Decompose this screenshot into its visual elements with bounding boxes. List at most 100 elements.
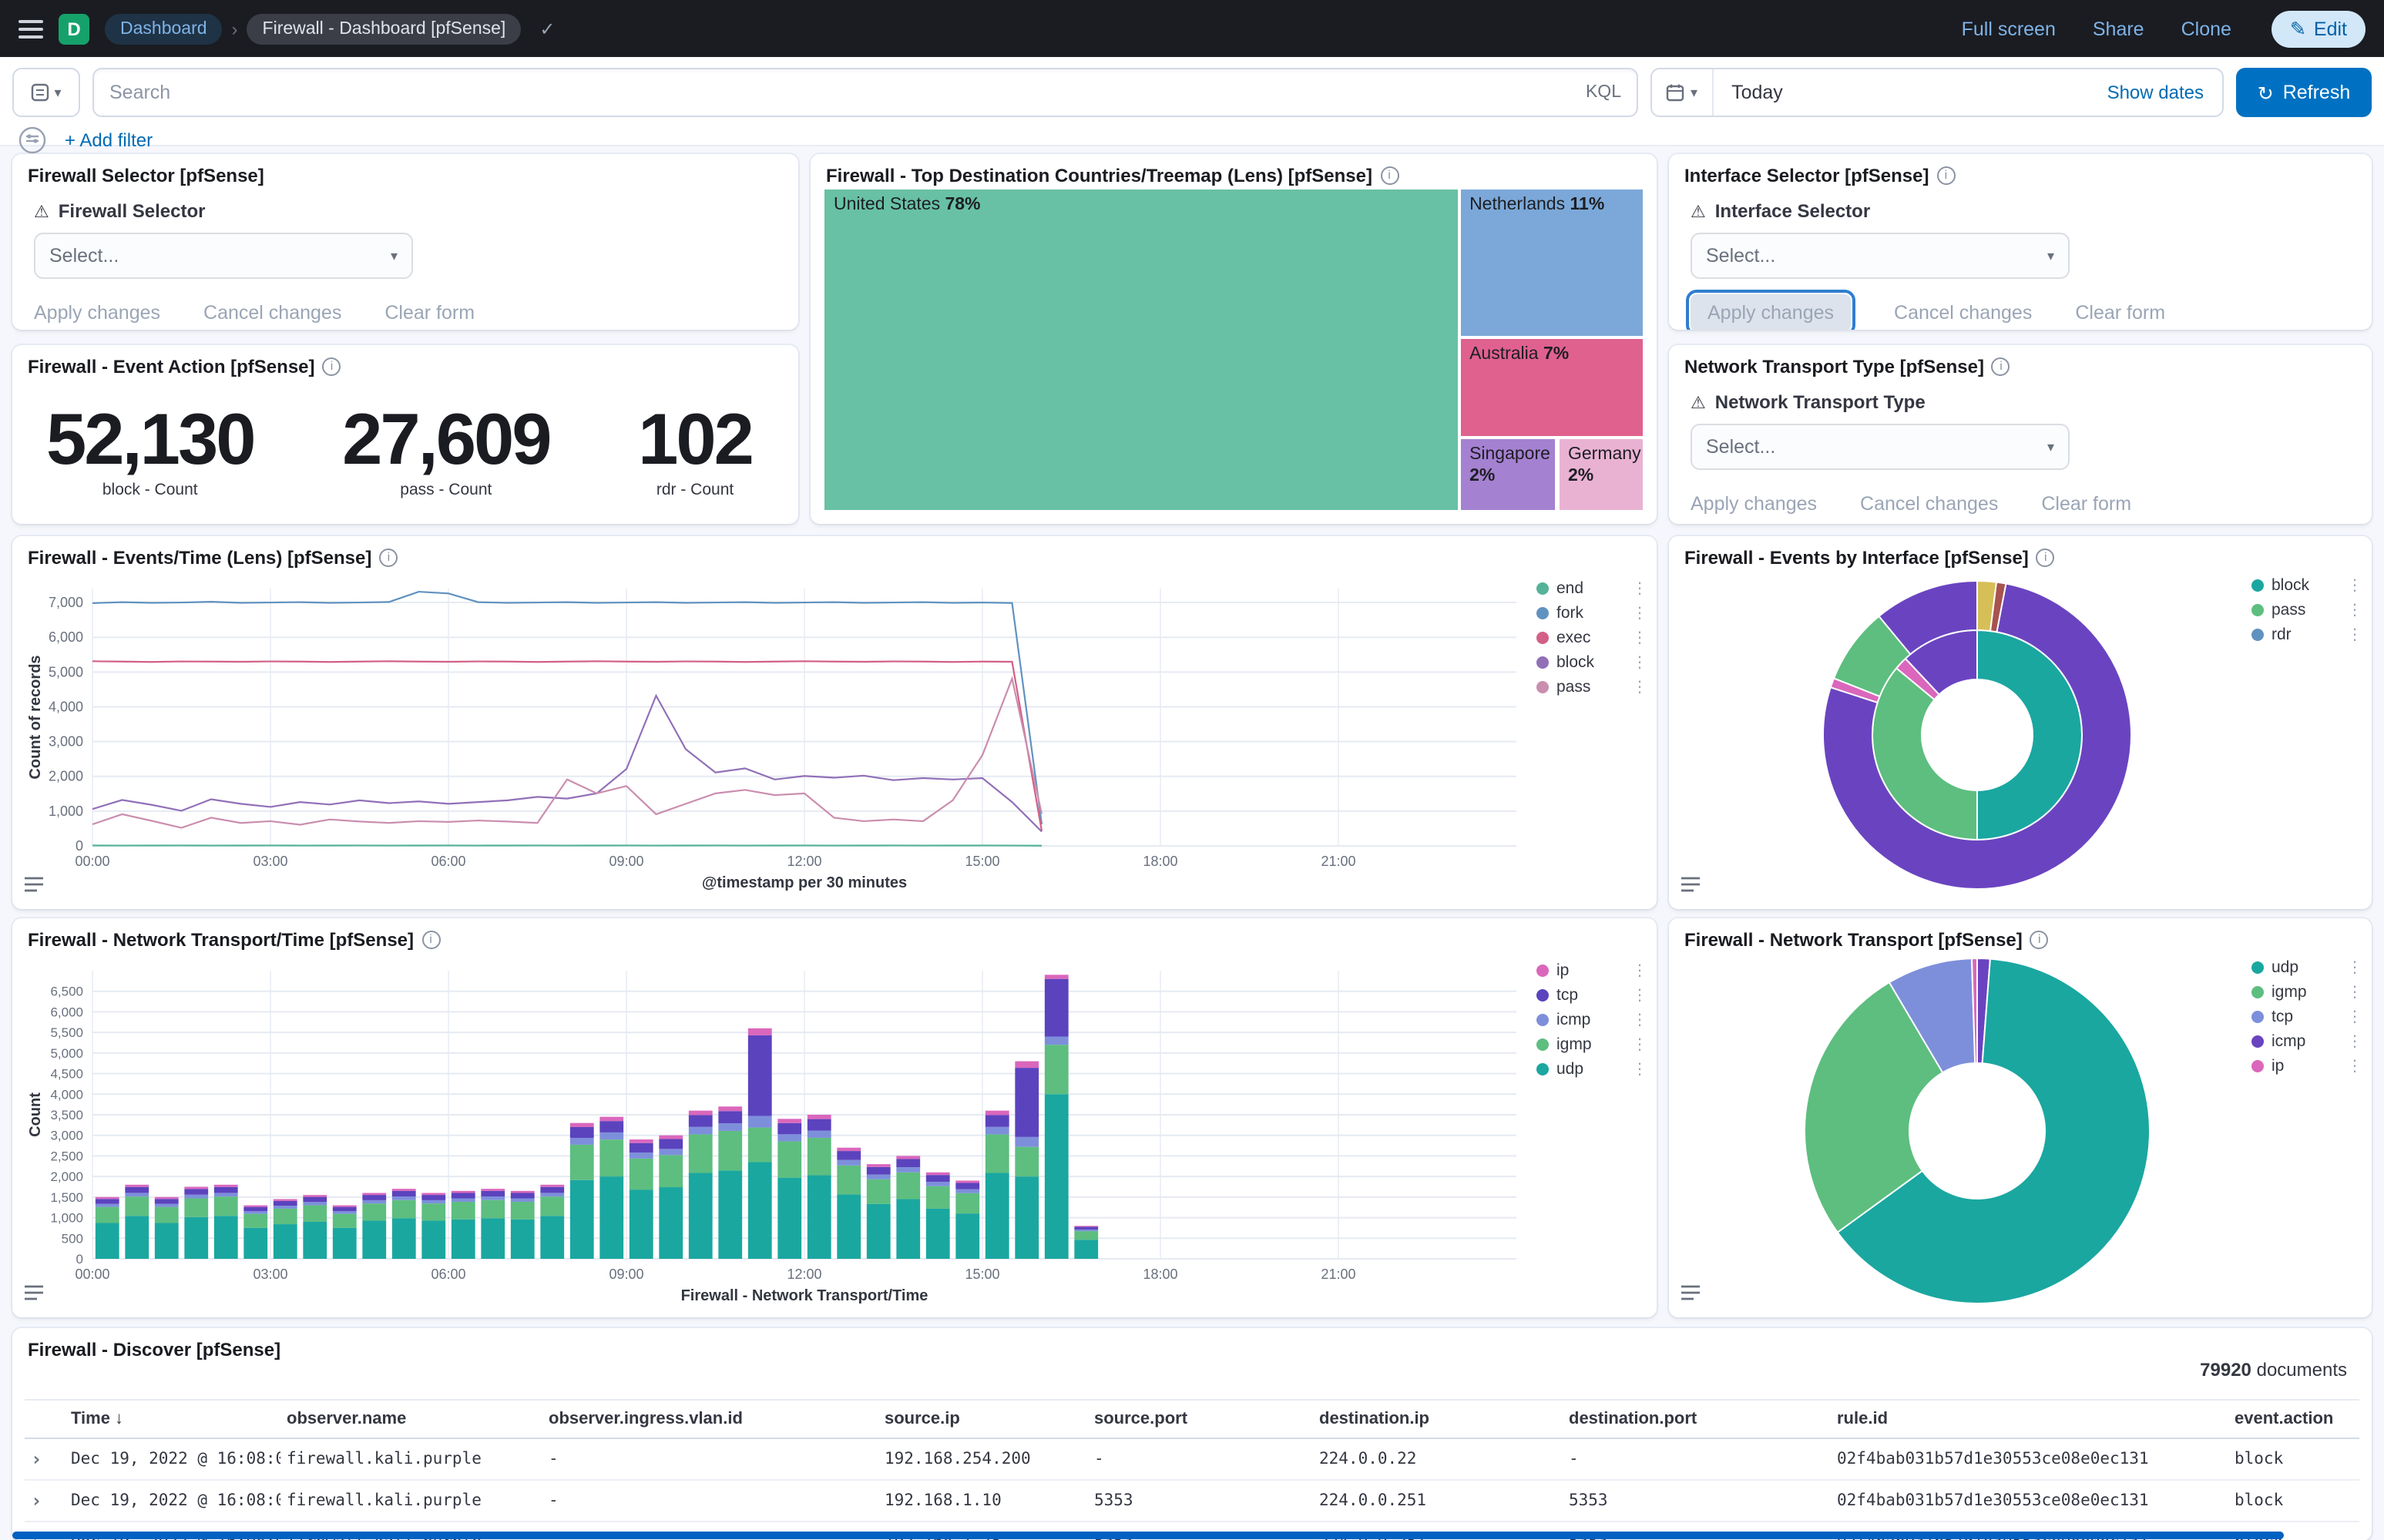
legend-toggle-icon[interactable] [1681,872,1700,900]
table-row[interactable]: ›Dec 19, 2022 @ 16:08:08.000firewall.kal… [25,1438,2359,1480]
legend-item[interactable]: exec⋮ [1536,629,1647,647]
legend-toggle-icon[interactable] [25,1280,43,1308]
info-icon[interactable]: i [1380,166,1399,185]
info-icon[interactable]: i [379,549,398,567]
events-by-interface-donut-chart[interactable] [1684,573,2255,900]
column-header-event-action[interactable]: event.action [2228,1400,2359,1438]
events-time-line-chart[interactable]: 00:0003:0006:0009:0012:0015:0018:0021:00… [22,576,1532,892]
legend-toggle-icon[interactable] [1681,1280,1700,1308]
expand-row-icon[interactable]: › [31,1490,42,1511]
column-header-observer-name[interactable]: observer.name [280,1400,542,1438]
legend-options-icon[interactable]: ⋮ [1632,654,1647,671]
sort-descending-icon[interactable]: ↓ [115,1410,123,1428]
apply-changes-button[interactable]: Apply changes [1691,294,1851,330]
info-icon[interactable]: i [1936,166,1955,185]
legend-item[interactable]: igmp⋮ [2251,983,2362,1002]
legend-item[interactable]: fork⋮ [1536,604,1647,622]
legend-item[interactable]: udp⋮ [2251,958,2362,977]
column-header-rule-id[interactable]: rule.id [1831,1400,2228,1438]
legend-item[interactable]: pass⋮ [2251,601,2362,619]
legend-options-icon[interactable]: ⋮ [2347,959,2362,976]
info-icon[interactable]: i [323,357,341,376]
legend-item[interactable]: udp⋮ [1536,1060,1647,1079]
cancel-changes-button[interactable]: Cancel changes [1894,302,2032,324]
network-transport-donut-chart[interactable] [1684,955,2255,1310]
legend-options-icon[interactable]: ⋮ [2347,1033,2362,1050]
query-language-button[interactable]: KQL [1573,83,1621,102]
legend-options-icon[interactable]: ⋮ [2347,577,2362,594]
legend-item[interactable]: block⋮ [1536,653,1647,672]
search-input[interactable] [109,82,1573,103]
legend-options-icon[interactable]: ⋮ [2347,984,2362,1001]
legend-item[interactable]: icmp⋮ [1536,1011,1647,1029]
cancel-changes-button[interactable]: Cancel changes [203,302,341,324]
show-dates-button[interactable]: Show dates [2107,82,2222,103]
legend-options-icon[interactable]: ⋮ [1632,1036,1647,1053]
edit-button[interactable]: ✎Edit [2272,10,2366,47]
calendar-menu-button[interactable]: ▾ [1652,69,1713,116]
network-transport-type-dropdown[interactable]: Select...▾ [1691,424,2070,470]
full-screen-button[interactable]: Full screen [1962,18,2056,39]
legend-item[interactable]: rdr⋮ [2251,626,2362,644]
breadcrumb-dashboard[interactable]: Dashboard [105,13,223,44]
add-filter-button[interactable]: + Add filter [65,129,153,151]
date-range-value[interactable]: Today [1713,82,2107,103]
network-transport-bar-chart[interactable]: 00:0003:0006:0009:0012:0015:0018:0021:00… [22,958,1532,1305]
refresh-button[interactable]: ↻Refresh [2236,68,2372,117]
filter-options-icon[interactable] [18,126,46,154]
treemap-cell-united-states[interactable]: United States 78% [823,188,1459,512]
legend-item[interactable]: icmp⋮ [2251,1032,2362,1051]
legend-item[interactable]: ip⋮ [1536,961,1647,980]
legend-options-icon[interactable]: ⋮ [1632,580,1647,597]
legend-options-icon[interactable]: ⋮ [2347,1008,2362,1025]
treemap-cell-germany[interactable]: Germany 2% [1557,437,1644,512]
expand-row-icon[interactable]: › [31,1448,42,1470]
legend-item[interactable]: tcp⋮ [2251,1008,2362,1026]
interface-selector-dropdown[interactable]: Select...▾ [1691,233,2070,279]
clear-form-button[interactable]: Clear form [2075,302,2165,324]
clear-form-button[interactable]: Clear form [384,302,475,324]
horizontal-scrollbar[interactable] [12,1532,2284,1539]
legend-options-icon[interactable]: ⋮ [2347,1058,2362,1075]
cancel-changes-button[interactable]: Cancel changes [1860,493,1998,515]
firewall-selector-dropdown[interactable]: Select...▾ [34,233,413,279]
legend-options-icon[interactable]: ⋮ [1632,962,1647,979]
info-icon[interactable]: i [421,931,440,949]
legend-options-icon[interactable]: ⋮ [1632,987,1647,1004]
column-header-destination-ip[interactable]: destination.ip [1313,1400,1563,1438]
legend-options-icon[interactable]: ⋮ [1632,605,1647,622]
legend-item[interactable]: ip⋮ [2251,1057,2362,1075]
info-icon[interactable]: i [2036,549,2055,567]
treemap-cell-australia[interactable]: Australia 7% [1459,337,1644,437]
apply-changes-button[interactable]: Apply changes [34,302,160,324]
legend-item[interactable]: tcp⋮ [1536,986,1647,1005]
column-header-observer-ingress-vlan-id[interactable]: observer.ingress.vlan.id [542,1400,878,1438]
info-icon[interactable]: i [1992,357,2010,376]
legend-options-icon[interactable]: ⋮ [1632,629,1647,646]
menu-icon[interactable] [18,18,43,39]
legend-toggle-icon[interactable] [25,872,43,900]
treemap-cell-netherlands[interactable]: Netherlands 11% [1459,188,1644,337]
legend-item[interactable]: end⋮ [1536,579,1647,598]
legend-item[interactable]: block⋮ [2251,576,2362,595]
deployment-badge[interactable]: D [59,13,89,44]
legend-options-icon[interactable]: ⋮ [1632,1012,1647,1028]
clear-form-button[interactable]: Clear form [2041,493,2131,515]
column-header-time[interactable]: Time↓ [65,1400,280,1438]
legend-options-icon[interactable]: ⋮ [1632,1061,1647,1078]
legend-options-icon[interactable]: ⋮ [2347,626,2362,643]
legend-item[interactable]: igmp⋮ [1536,1035,1647,1054]
column-header-destination-port[interactable]: destination.port [1563,1400,1831,1438]
share-button[interactable]: Share [2093,18,2144,39]
column-header-source-port[interactable]: source.port [1088,1400,1313,1438]
legend-options-icon[interactable]: ⋮ [2347,602,2362,619]
column-header-source-ip[interactable]: source.ip [878,1400,1088,1438]
destination-countries-treemap[interactable]: United States 78%Netherlands 11%Australi… [823,188,1644,512]
legend-options-icon[interactable]: ⋮ [1632,679,1647,696]
info-icon[interactable]: i [2030,931,2049,949]
treemap-cell-singapore[interactable]: Singapore 2% [1459,437,1557,512]
clone-button[interactable]: Clone [2181,18,2231,39]
legend-item[interactable]: pass⋮ [1536,678,1647,696]
table-row[interactable]: ›Dec 19, 2022 @ 16:08:07.000firewall.kal… [25,1480,2359,1522]
saved-query-menu-button[interactable]: ▾ [12,68,80,117]
